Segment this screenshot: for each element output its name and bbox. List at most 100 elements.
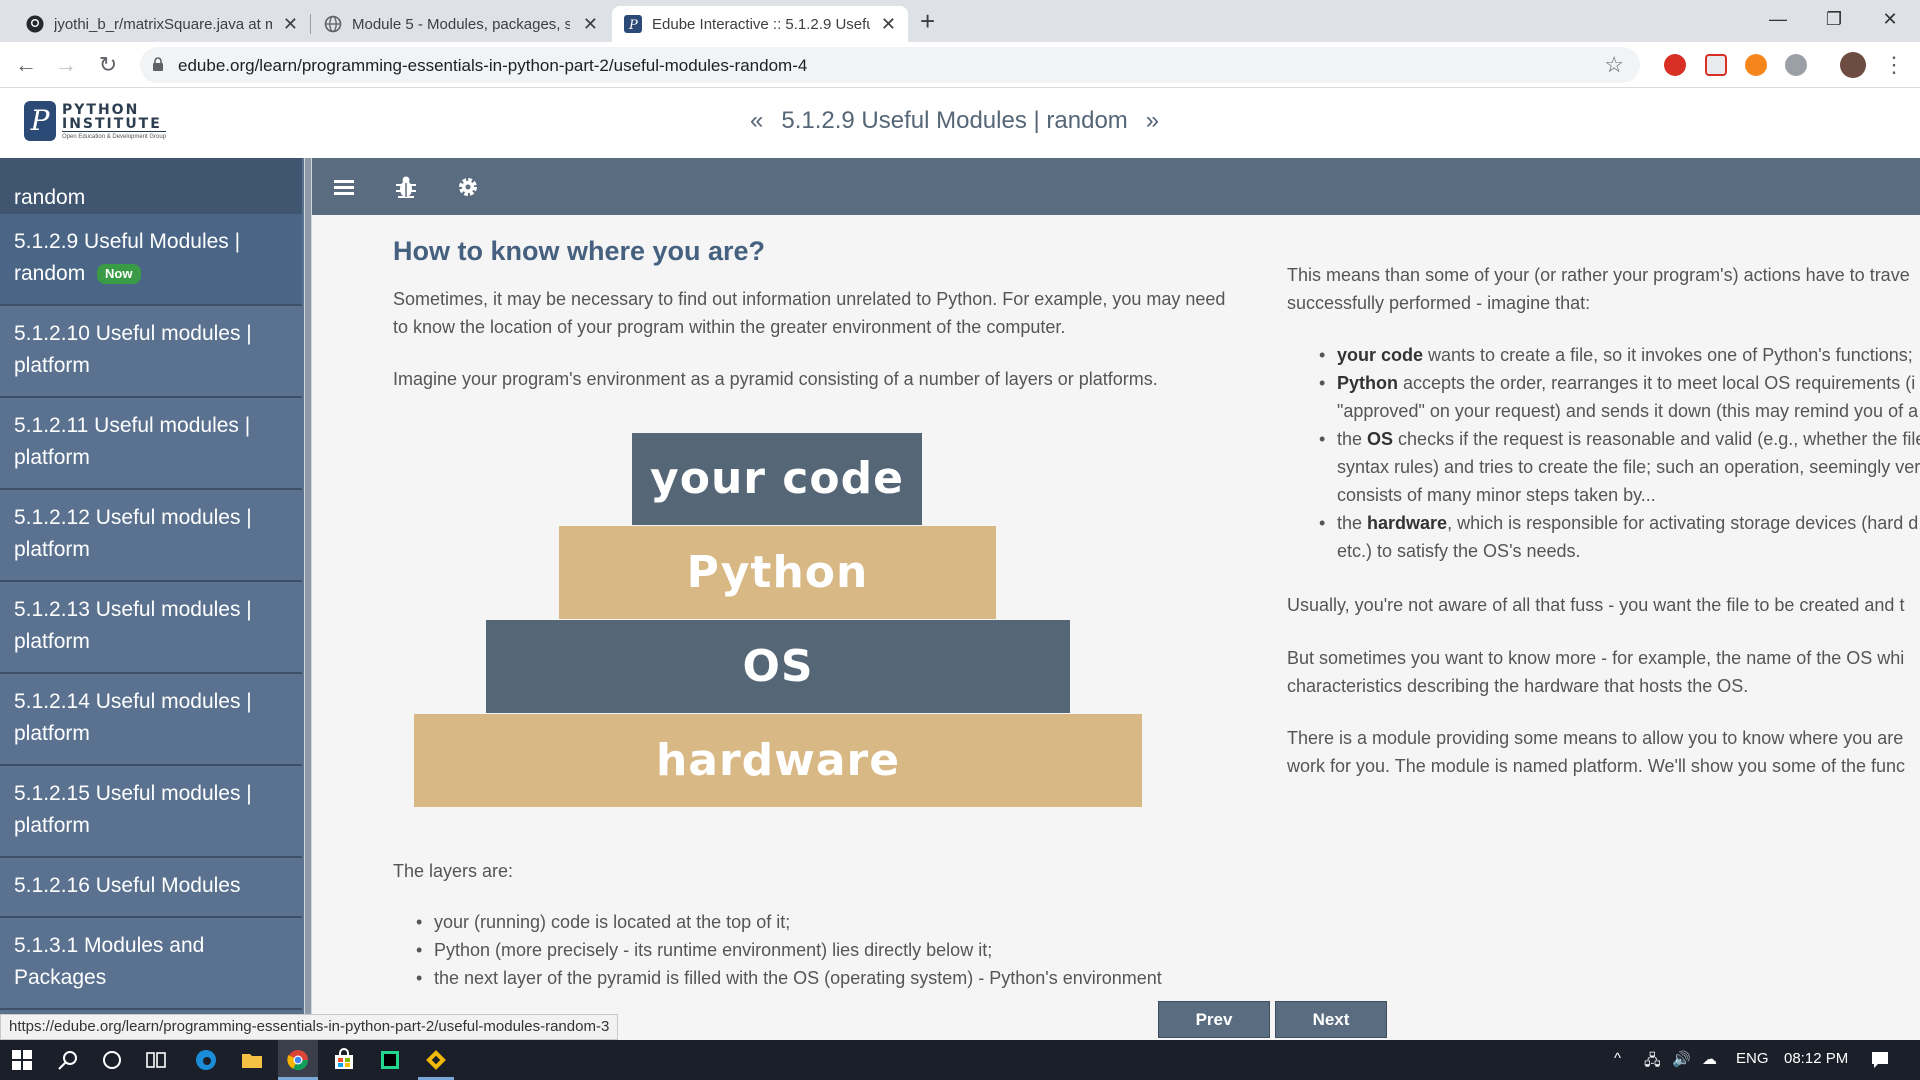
url-bar[interactable]: edube.org/learn/programming-essentials-i… — [140, 47, 1640, 83]
prev-button[interactable]: Prev — [1158, 1001, 1270, 1038]
text-line: work for you. The module is named platfo… — [1287, 756, 1906, 776]
clock-time[interactable]: 08:12 PM — [1784, 1050, 1848, 1067]
onedrive-icon[interactable]: ☁ — [1702, 1050, 1717, 1068]
sidebar-item-5-1-2-15[interactable]: 5.1.2.15 Useful modules | platform — [0, 766, 302, 858]
chrome-icon[interactable] — [286, 1048, 310, 1072]
intro-line: to know the location of your program wit… — [393, 317, 1066, 337]
sidebar-item-label: 5.1.3.1 Modules and Packages — [14, 934, 205, 989]
pyramid-layer-python: Python — [559, 526, 996, 619]
restore-icon[interactable]: ❐ — [1806, 0, 1862, 40]
pycharm-icon[interactable] — [378, 1048, 402, 1072]
page-title: 5.1.2.9 Useful Modules | random — [781, 107, 1128, 134]
tab-github[interactable]: jyothi_b_r/matrixSquare.java at m ✕ — [14, 6, 310, 42]
list-item: Python (more precisely - its runtime env… — [412, 936, 1162, 964]
network-icon[interactable]: 🖧 — [1644, 1050, 1661, 1075]
tab-title: Edube Interactive :: 5.1.2.9 Useful — [652, 15, 870, 33]
tab-title: Module 5 - Modules, packages, s — [352, 15, 570, 33]
cortana-icon[interactable] — [100, 1048, 124, 1072]
sidebar-scrollbar[interactable] — [304, 158, 312, 1018]
store-icon[interactable] — [332, 1048, 356, 1072]
metamask-extension-icon[interactable] — [1745, 54, 1767, 76]
sidebar-item-current[interactable]: 5.1.2.9 Useful Modules | random Now — [0, 214, 302, 306]
adblock-extension-icon[interactable] — [1664, 54, 1686, 76]
profile-avatar[interactable] — [1840, 52, 1866, 78]
tray-chevron-icon[interactable]: ^ — [1614, 1050, 1621, 1067]
edge-icon[interactable] — [194, 1048, 218, 1072]
sidebar-item-label: 5.1.2.12 Useful modules | platform — [14, 506, 252, 561]
new-tab-icon[interactable]: + — [920, 6, 935, 37]
layers-intro: The layers are: — [393, 861, 514, 881]
file-explorer-icon[interactable] — [240, 1048, 264, 1072]
sidebar-item-5-1-2-11[interactable]: 5.1.2.11 Useful modules | platform — [0, 398, 302, 490]
sidebar-item-label: 5.1.2.16 Useful Modules — [14, 874, 241, 897]
sidebar-item-5-1-2-10[interactable]: 5.1.2.10 Useful modules | platform — [0, 306, 302, 398]
bold-term: hardware — [1367, 513, 1448, 533]
sidebar-item-label: 5.1.2.10 Useful modules | platform — [14, 322, 252, 377]
reload-icon[interactable]: ↻ — [94, 51, 122, 79]
next-page-chevron[interactable]: » — [1146, 107, 1159, 135]
settings-gear-icon[interactable] — [454, 173, 482, 201]
hamburger-menu-icon[interactable] — [330, 173, 358, 201]
layers-list: your (running) code is located at the to… — [412, 908, 1162, 992]
tab-title: jyothi_b_r/matrixSquare.java at m — [54, 15, 272, 33]
bold-term: OS — [1367, 429, 1394, 449]
python-institute-logo[interactable]: P PYTHON INSTITUTE Open Education & Deve… — [24, 101, 167, 141]
list-item: the hardware, which is responsible for a… — [1315, 509, 1920, 565]
language-indicator[interactable]: ENG — [1736, 1050, 1769, 1067]
search-icon[interactable] — [56, 1048, 80, 1072]
bold-term: Python — [1337, 373, 1398, 393]
list-item-text: the — [1337, 429, 1368, 449]
bookmark-star-icon[interactable]: ☆ — [1604, 52, 1624, 78]
list-item-text: accepts the order, rearranges it to meet… — [1398, 373, 1916, 393]
scrollbar-thumb[interactable] — [305, 158, 311, 1018]
list-item-text: the — [1337, 513, 1368, 533]
pocket-extension-icon[interactable] — [1705, 54, 1727, 76]
action-center-icon[interactable] — [1868, 1048, 1892, 1072]
content-toolbar — [312, 158, 1920, 215]
list-item-text: , which is responsible for activating st… — [1447, 513, 1919, 533]
back-icon[interactable]: ← — [12, 51, 40, 79]
logo-line3: Open Education & Development Group — [62, 133, 167, 140]
sidebar-item-random-prev[interactable]: random — [0, 158, 302, 216]
tab-edube-active[interactable]: P Edube Interactive :: 5.1.2.9 Useful ✕ — [612, 6, 908, 42]
sidebar-item-5-1-2-13[interactable]: 5.1.2.13 Useful modules | platform — [0, 582, 302, 674]
address-toolbar: ← → ↻ edube.org/learn/programming-essent… — [0, 42, 1920, 88]
list-item: your (running) code is located at the to… — [412, 908, 1162, 936]
sidebar-item-5-1-3-1[interactable]: 5.1.3.1 Modules and Packages — [0, 918, 302, 1010]
sidebar-item-5-1-2-14[interactable]: 5.1.2.14 Useful modules | platform — [0, 674, 302, 766]
task-view-icon[interactable] — [144, 1048, 168, 1072]
list-item: the OS checks if the request is reasonab… — [1315, 425, 1920, 509]
prev-page-chevron[interactable]: « — [750, 107, 763, 135]
text-line: characteristics describing the hardware … — [1287, 676, 1749, 696]
sidebar-item-label: 5.1.2.14 Useful modules | platform — [14, 690, 252, 745]
close-window-icon[interactable]: ✕ — [1862, 0, 1918, 40]
close-tab-icon[interactable]: ✕ — [881, 14, 896, 35]
windows-start-icon[interactable] — [10, 1048, 34, 1072]
browser-tab-strip: jyothi_b_r/matrixSquare.java at m ✕ Modu… — [0, 0, 1920, 42]
extension-icon[interactable] — [1785, 54, 1807, 76]
bug-report-icon[interactable] — [392, 173, 420, 201]
next-button[interactable]: Next — [1275, 1001, 1387, 1038]
right-paragraph-2: Usually, you're not aware of all that fu… — [1287, 595, 1905, 615]
sidebar-item-5-1-2-16[interactable]: 5.1.2.16 Useful Modules — [0, 858, 302, 918]
kebab-menu-icon[interactable]: ⋮ — [1880, 51, 1908, 79]
text-line: This means than some of your (or rather … — [1287, 265, 1910, 285]
sidebar-item-5-1-2-12[interactable]: 5.1.2.12 Useful modules | platform — [0, 490, 302, 582]
list-item: the next layer of the pyramid is filled … — [412, 964, 1162, 992]
tab-module5[interactable]: Module 5 - Modules, packages, s ✕ — [312, 6, 610, 42]
close-tab-icon[interactable]: ✕ — [583, 14, 598, 35]
list-item-text: consists of many minor steps taken by... — [1337, 485, 1656, 505]
page-title-bar: « 5.1.2.9 Useful Modules | random » — [750, 107, 1159, 135]
intro-line: Sometimes, it may be necessary to find o… — [393, 289, 1226, 309]
list-item-text: "approved" on your request) and sends it… — [1337, 401, 1919, 421]
minimize-icon[interactable]: — — [1750, 0, 1806, 40]
now-badge: Now — [97, 264, 141, 285]
svg-text:P: P — [628, 18, 638, 33]
sidebar-item-label: 5.1.2.15 Useful modules | platform — [14, 782, 252, 837]
git-app-icon[interactable] — [424, 1048, 448, 1072]
close-tab-icon[interactable]: ✕ — [283, 14, 298, 35]
right-bullet-list: your code wants to create a file, so it … — [1315, 341, 1920, 565]
forward-icon[interactable]: → — [52, 51, 80, 79]
volume-icon[interactable]: 🔊 — [1672, 1050, 1691, 1068]
right-paragraph-3: But sometimes you want to know more - fo… — [1287, 644, 1920, 700]
